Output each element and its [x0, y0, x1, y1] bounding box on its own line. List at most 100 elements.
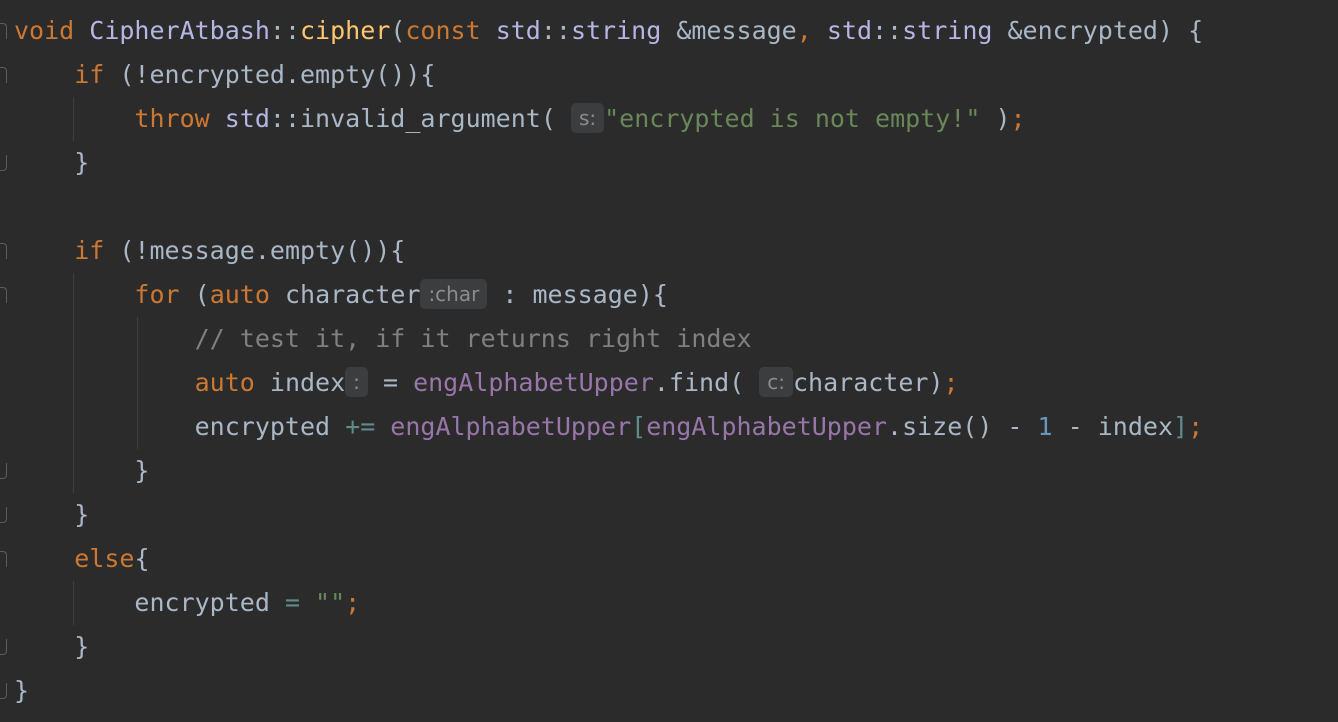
code-token: =	[367, 368, 414, 397]
code-token: )	[980, 104, 1011, 133]
code-token: ,	[796, 16, 827, 45]
code-line[interactable]: encrypted += engAlphabetUpper[engAlphabe…	[14, 405, 1204, 449]
code-line[interactable]: auto index: = engAlphabetUpper.find( c: c…	[14, 361, 1203, 405]
code-token: character)	[792, 368, 944, 397]
code-token: character	[284, 280, 421, 309]
code-token: "encrypted is not empty!"	[604, 104, 981, 133]
code-token: ::	[872, 16, 903, 45]
code-token: {	[134, 544, 150, 573]
code-line[interactable]: }	[14, 493, 1203, 537]
code-token: ;	[943, 368, 959, 397]
inlay-hint: :	[345, 367, 368, 397]
code-editor[interactable]: void CipherAtbash::cipher(const std::str…	[0, 0, 1338, 722]
code-token: string	[902, 16, 1008, 45]
code-line[interactable]: encrypted = "";	[14, 581, 1203, 625]
code-token: for	[134, 280, 195, 309]
code-line[interactable]: void CipherAtbash::cipher(const std::str…	[14, 9, 1203, 53]
code-token: ;	[1010, 104, 1026, 133]
inlay-hint: :char	[420, 279, 488, 309]
code-token: index	[269, 368, 346, 397]
code-line[interactable]: for (auto character:char : message){	[14, 273, 1203, 317]
code-token: (	[194, 280, 210, 309]
code-token: ]	[1173, 412, 1189, 441]
code-token: std	[826, 16, 872, 45]
fold-close-icon[interactable]	[0, 155, 7, 171]
code-token: const	[405, 16, 496, 45]
code-line[interactable]: }	[14, 625, 1203, 669]
code-token: +=	[345, 412, 391, 441]
fold-open-icon[interactable]	[0, 67, 7, 83]
code-token: std	[495, 16, 541, 45]
code-token: (!encrypted.empty()){	[119, 60, 436, 89]
code-line[interactable]	[14, 185, 1203, 229]
code-token: cipher	[300, 16, 391, 45]
code-token: auto	[194, 368, 270, 397]
inlay-hint: s:	[570, 103, 605, 133]
code-token: .size() -	[887, 412, 1038, 441]
code-line[interactable]: // test it, if it returns right index	[14, 317, 1203, 361]
fold-close-icon[interactable]	[0, 683, 7, 699]
fold-open-icon[interactable]	[0, 243, 7, 259]
code-token: [	[631, 412, 647, 441]
code-token: }	[14, 456, 150, 485]
code-area[interactable]: void CipherAtbash::cipher(const std::str…	[14, 9, 1203, 713]
fold-close-icon[interactable]	[0, 507, 7, 523]
code-token: : message){	[487, 280, 668, 309]
code-token: &encrypted) {	[1007, 16, 1204, 45]
code-token: ::	[269, 16, 300, 45]
fold-gutter	[0, 0, 12, 722]
code-token: void	[14, 16, 90, 45]
code-token: invalid_argument(	[300, 104, 571, 133]
code-token: if	[74, 236, 120, 265]
code-line[interactable]: else{	[14, 537, 1203, 581]
code-line[interactable]: if (!message.empty()){	[14, 229, 1203, 273]
code-token: auto	[209, 280, 285, 309]
code-token: (!message.empty()){	[119, 236, 406, 265]
inlay-hint: c:	[759, 367, 793, 397]
code-token: encrypted	[134, 588, 285, 617]
code-token: =	[284, 588, 316, 617]
code-token: (	[390, 16, 406, 45]
code-token: // test it, if it returns right index	[194, 324, 752, 353]
code-line[interactable]: }	[14, 141, 1203, 185]
fold-open-icon[interactable]	[0, 287, 7, 303]
code-token: 1	[1037, 412, 1053, 441]
code-line[interactable]: }	[14, 669, 1203, 713]
code-token: }	[14, 676, 30, 705]
code-line[interactable]: if (!encrypted.empty()){	[14, 53, 1203, 97]
code-token: ""	[315, 588, 346, 617]
code-line[interactable]: throw std::invalid_argument( s: "encrypte…	[14, 97, 1203, 141]
fold-open-icon[interactable]	[0, 23, 7, 39]
code-token: ::	[269, 104, 300, 133]
code-token: encrypted	[194, 412, 346, 441]
fold-close-icon[interactable]	[0, 463, 7, 479]
code-token: CipherAtbash	[89, 16, 270, 45]
fold-open-icon[interactable]	[0, 551, 7, 567]
code-token: engAlphabetUpper	[646, 412, 888, 441]
code-token: engAlphabetUpper	[413, 368, 654, 397]
code-token: engAlphabetUpper	[390, 412, 632, 441]
code-token: else	[74, 544, 135, 573]
code-token: }	[14, 632, 90, 661]
code-token: &message	[676, 16, 797, 45]
code-token: ;	[1188, 412, 1204, 441]
code-token: string	[570, 16, 677, 45]
code-token: ::	[540, 16, 571, 45]
code-token: }	[14, 148, 90, 177]
code-token: std	[224, 104, 270, 133]
code-token: ;	[345, 588, 361, 617]
code-token: }	[14, 500, 90, 529]
code-token: - index	[1052, 412, 1174, 441]
code-token: .find(	[653, 368, 760, 397]
fold-close-icon[interactable]	[0, 639, 7, 655]
code-line[interactable]: }	[14, 449, 1203, 493]
